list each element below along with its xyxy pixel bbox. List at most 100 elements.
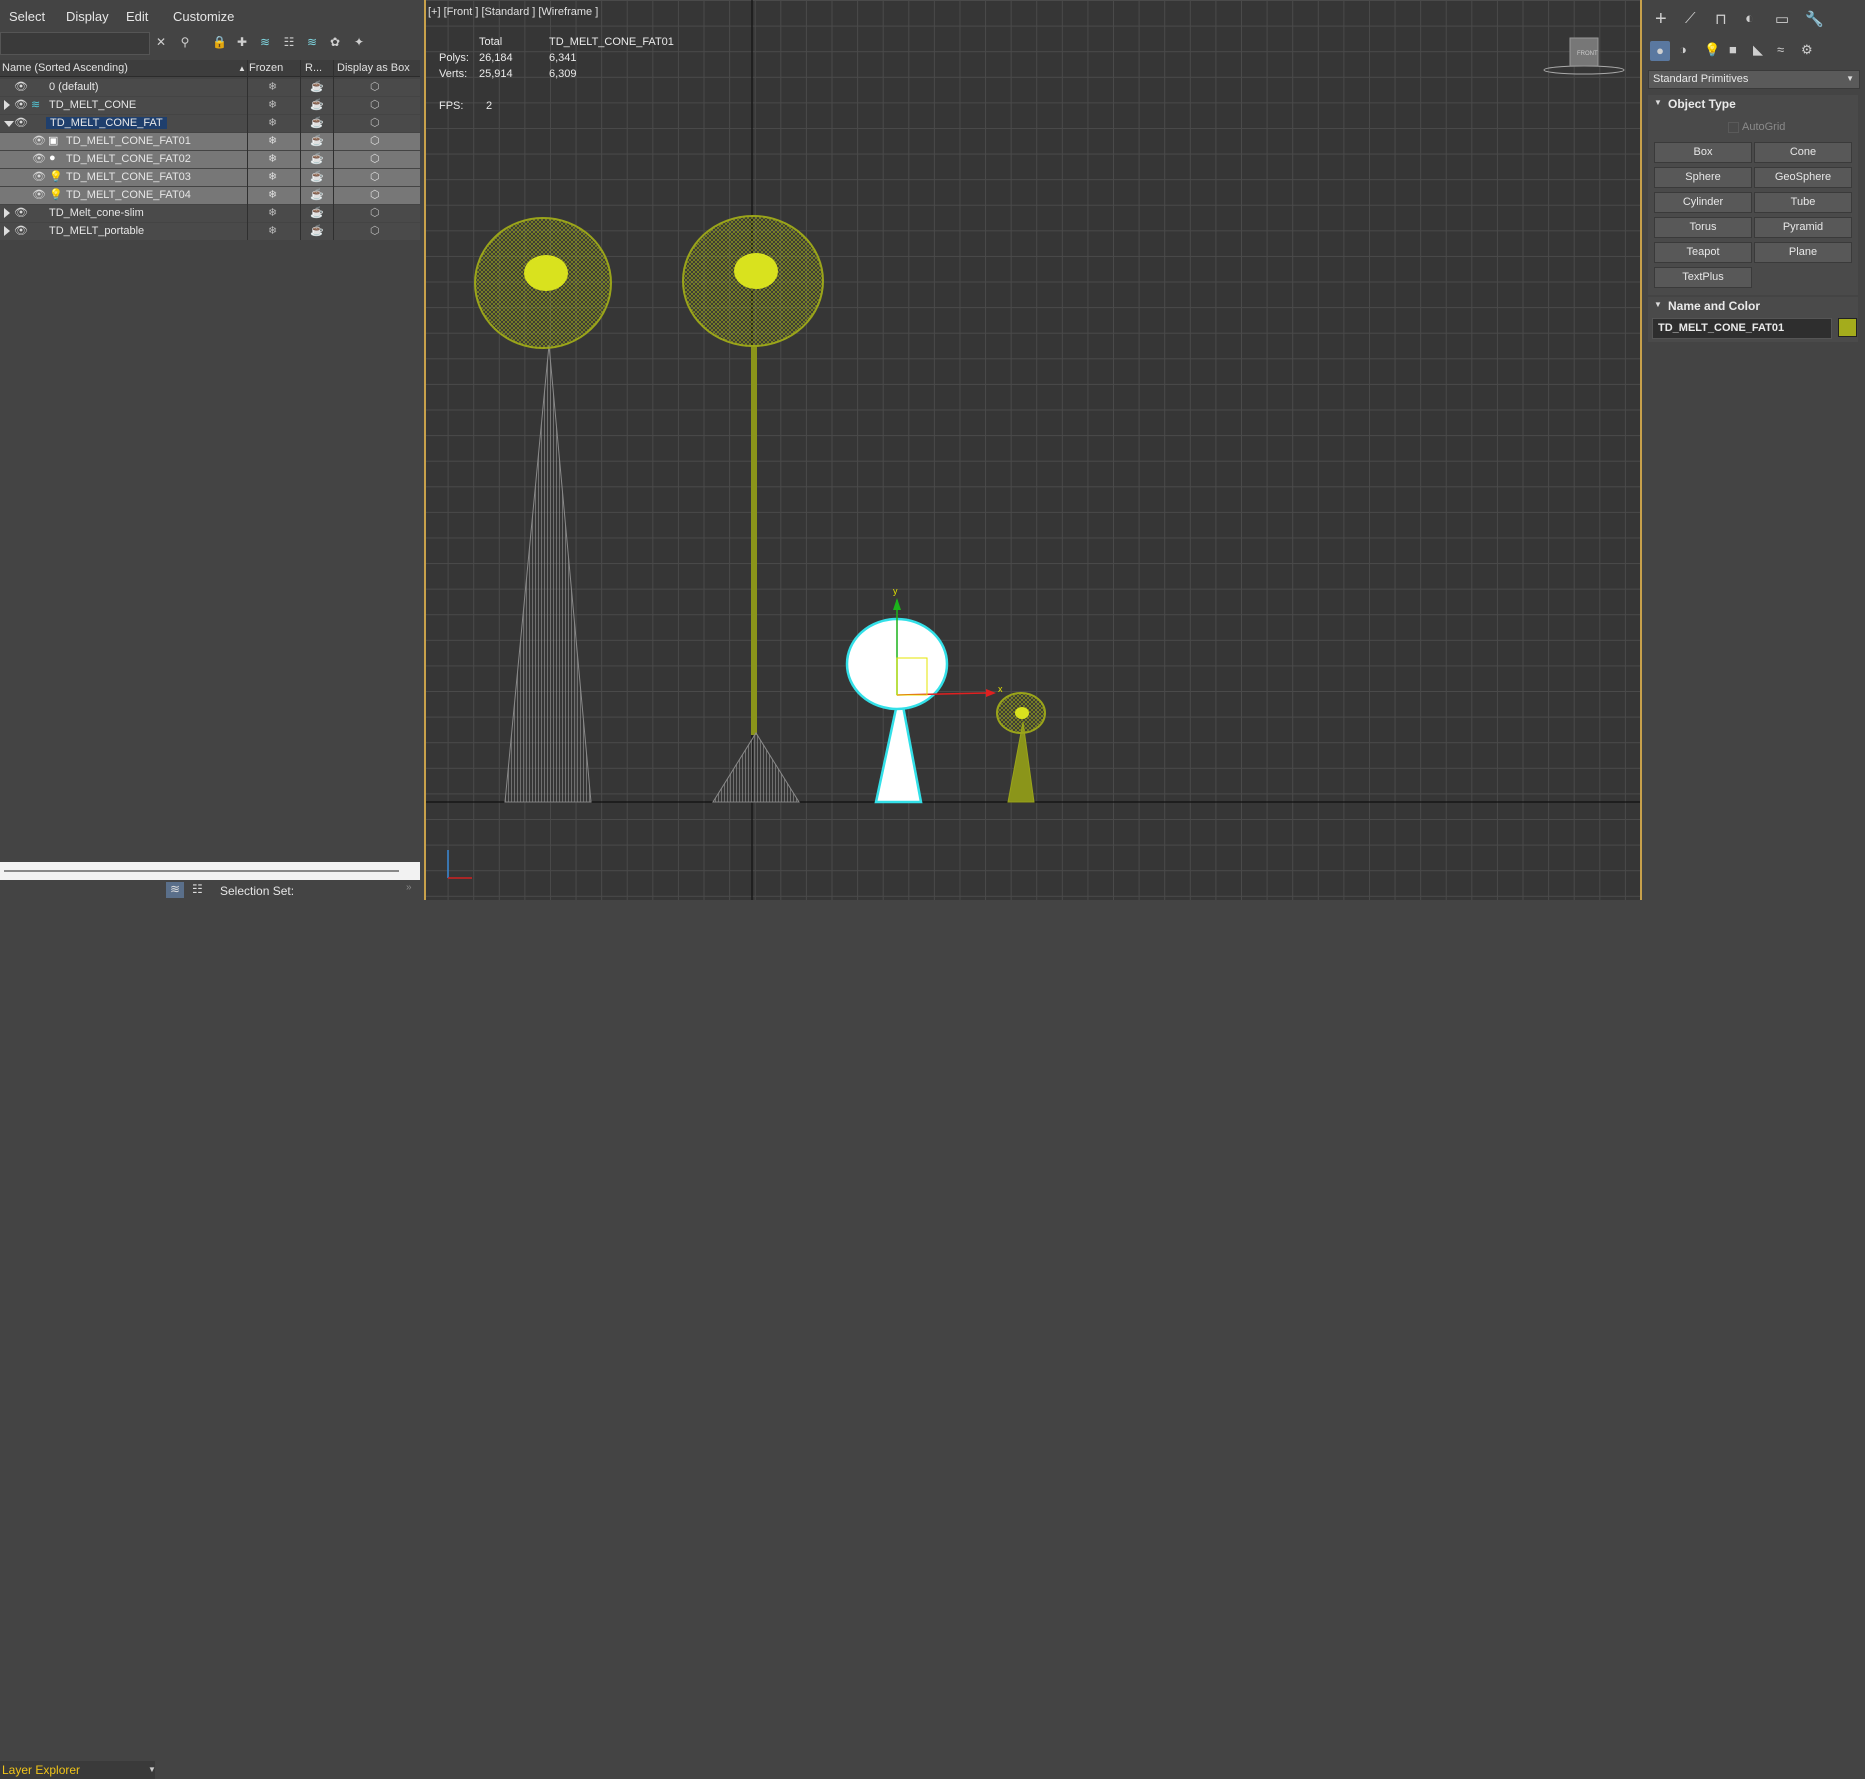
snowflake-icon[interactable]: ❄ xyxy=(268,206,277,219)
snowflake-icon[interactable]: ❄ xyxy=(268,170,277,183)
object-color-swatch[interactable] xyxy=(1838,318,1857,337)
col-name-header[interactable]: Name (Sorted Ascending) xyxy=(2,62,128,74)
scroll-thumb[interactable] xyxy=(4,870,399,872)
cone-button[interactable]: Cone xyxy=(1754,142,1852,163)
pyramid-button[interactable]: Pyramid xyxy=(1754,217,1852,238)
box-icon[interactable]: ⬡ xyxy=(370,170,380,183)
teapot-icon[interactable]: ☕ xyxy=(310,188,324,201)
box-icon[interactable]: ⬡ xyxy=(370,134,380,147)
motion-tab-icon[interactable]: ◐ xyxy=(1745,10,1754,27)
expand-arrow-icon[interactable] xyxy=(4,208,10,218)
object-row[interactable]: 👁 ● TD_MELT_CONE_FAT02 ❄ ☕ ⬡ xyxy=(0,151,420,168)
selected-lamp-fat-object[interactable] xyxy=(845,598,996,804)
filter-icon[interactable]: ⚲ xyxy=(178,35,192,49)
layer-row[interactable]: 👁 TD_MELT_CONE_FAT ❄ ☕ ⬡ xyxy=(0,115,420,132)
display-tab-icon[interactable]: ▭ xyxy=(1775,10,1789,28)
textplus-button[interactable]: TextPlus xyxy=(1654,267,1752,288)
front-viewport[interactable]: x y FRONT [+] [Front ] [Standard ] [Wire… xyxy=(426,0,1640,900)
lamp-cone-object[interactable] xyxy=(474,217,612,803)
col-display-box-header[interactable]: Display as Box xyxy=(337,62,410,74)
tube-button[interactable]: Tube xyxy=(1754,192,1852,213)
expand-arrow-icon[interactable] xyxy=(4,226,10,236)
snowflake-icon[interactable]: ❄ xyxy=(268,98,277,111)
layers-icon[interactable]: ≋ xyxy=(258,35,272,49)
eye-icon[interactable]: 👁 xyxy=(32,134,46,147)
snowflake-icon[interactable]: ❄ xyxy=(268,116,277,129)
viewport-label[interactable]: [+] [Front ] [Standard ] [Wireframe ] xyxy=(428,6,598,18)
box-icon[interactable]: ⬡ xyxy=(370,224,380,237)
eye-icon[interactable]: 👁 xyxy=(32,152,46,165)
eye-icon[interactable]: 👁 xyxy=(32,170,46,183)
eye-icon[interactable]: 👁 xyxy=(14,80,28,93)
layer-settings-icon[interactable]: ✿ xyxy=(328,35,342,49)
collapse-arrow-icon[interactable]: ▼ xyxy=(1654,300,1662,309)
primitives-dropdown[interactable]: Standard Primitives ▼ xyxy=(1648,70,1860,89)
layer-row[interactable]: 👁 ≋ TD_MELT_CONE ❄ ☕ ⬡ xyxy=(0,97,420,114)
explorer-dropdown[interactable]: Layer Explorer ▼ xyxy=(0,1761,156,1779)
box-icon[interactable]: ⬡ xyxy=(370,98,380,111)
cameras-icon[interactable]: ■ xyxy=(1729,42,1737,57)
eye-icon[interactable]: 👁 xyxy=(14,98,28,111)
expand-panel-icon[interactable]: » xyxy=(406,882,412,893)
object-type-title[interactable]: Object Type xyxy=(1668,97,1736,111)
menu-display[interactable]: Display xyxy=(66,9,109,24)
name-color-title[interactable]: Name and Color xyxy=(1668,299,1760,313)
teapot-icon[interactable]: ☕ xyxy=(310,206,324,219)
object-row[interactable]: 👁 💡 TD_MELT_CONE_FAT04 ❄ ☕ ⬡ xyxy=(0,187,420,204)
geosphere-button[interactable]: GeoSphere xyxy=(1754,167,1852,188)
horizontal-scrollbar[interactable] xyxy=(0,862,420,880)
plane-button[interactable]: Plane xyxy=(1754,242,1852,263)
teapot-button[interactable]: Teapot xyxy=(1654,242,1752,263)
eye-icon[interactable]: 👁 xyxy=(32,188,46,201)
cylinder-button[interactable]: Cylinder xyxy=(1654,192,1752,213)
teapot-icon[interactable]: ☕ xyxy=(310,116,324,129)
box-icon[interactable]: ⬡ xyxy=(370,80,380,93)
hierarchy-tab-icon[interactable]: ⊓ xyxy=(1715,10,1727,28)
utilities-tab-icon[interactable]: 🔧 xyxy=(1805,10,1824,28)
eye-icon[interactable]: 👁 xyxy=(14,116,28,129)
create-tab-icon[interactable]: + xyxy=(1655,8,1667,31)
lock-icon[interactable]: 🔒 xyxy=(212,35,227,49)
torus-button[interactable]: Torus xyxy=(1654,217,1752,238)
snowflake-icon[interactable]: ❄ xyxy=(268,152,277,165)
teapot-icon[interactable]: ☕ xyxy=(310,134,324,147)
menu-select[interactable]: Select xyxy=(9,9,45,24)
lamp-slim-object[interactable] xyxy=(682,215,824,803)
layer-row[interactable]: 👁 TD_Melt_cone-slim ❄ ☕ ⬡ xyxy=(0,205,420,222)
teapot-icon[interactable]: ☕ xyxy=(310,152,324,165)
teapot-icon[interactable]: ☕ xyxy=(310,98,324,111)
clear-search-icon[interactable]: ✕ xyxy=(154,35,168,49)
systems-icon[interactable]: ⚙ xyxy=(1801,42,1813,58)
object-row[interactable]: 👁 💡 TD_MELT_CONE_FAT03 ❄ ☕ ⬡ xyxy=(0,169,420,186)
object-name-field[interactable]: TD_MELT_CONE_FAT01 xyxy=(1652,318,1832,339)
snowflake-icon[interactable]: ❄ xyxy=(268,134,277,147)
object-row[interactable]: 👁 ▣ TD_MELT_CONE_FAT01 ❄ ☕ ⬡ xyxy=(0,133,420,150)
teapot-icon[interactable]: ☕ xyxy=(310,170,324,183)
eye-icon[interactable]: 👁 xyxy=(14,206,28,219)
helpers-icon[interactable]: ◣ xyxy=(1753,42,1763,58)
modify-tab-icon[interactable]: ⟋ xyxy=(1685,10,1696,27)
col-frozen-header[interactable]: Frozen xyxy=(249,62,283,74)
space-warps-icon[interactable]: ≈ xyxy=(1777,42,1784,57)
teapot-icon[interactable]: ☕ xyxy=(310,80,324,93)
box-icon[interactable]: ⬡ xyxy=(370,206,380,219)
eye-icon[interactable]: 👁 xyxy=(14,224,28,237)
teapot-icon[interactable]: ☕ xyxy=(310,224,324,237)
hierarchy-icon[interactable]: ☷ xyxy=(282,35,296,49)
lights-icon[interactable]: 💡 xyxy=(1704,42,1720,58)
autogrid-checkbox[interactable] xyxy=(1728,122,1739,133)
menu-customize[interactable]: Customize xyxy=(173,9,234,24)
shapes-icon[interactable]: ◑ xyxy=(1679,42,1687,57)
box-icon[interactable]: ⬡ xyxy=(370,116,380,129)
layer-row[interactable]: 👁 0 (default) ❄ ☕ ⬡ xyxy=(0,79,420,96)
col-render-header[interactable]: R... xyxy=(305,62,322,74)
snowflake-icon[interactable]: ❄ xyxy=(268,80,277,93)
collapse-arrow-icon[interactable]: ▼ xyxy=(1654,98,1662,107)
collapse-arrow-icon[interactable] xyxy=(4,121,14,127)
search-input[interactable] xyxy=(0,32,150,55)
highlight-icon[interactable]: ✦ xyxy=(352,35,366,49)
add-to-layer-icon[interactable]: ✚ xyxy=(235,35,249,49)
lamp-portable-object[interactable] xyxy=(996,692,1046,803)
menu-edit[interactable]: Edit xyxy=(126,9,148,24)
sphere-button[interactable]: Sphere xyxy=(1654,167,1752,188)
